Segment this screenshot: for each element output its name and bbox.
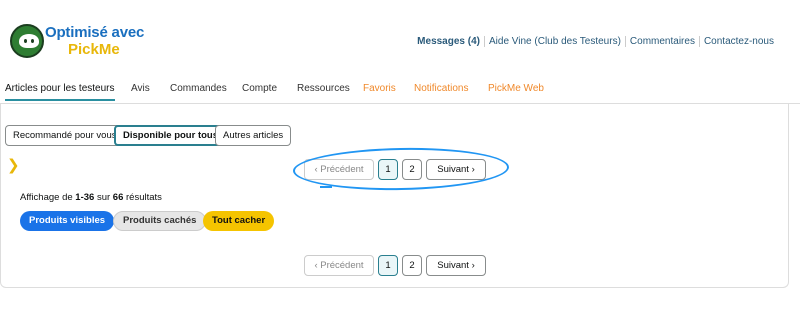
- tab-other-articles[interactable]: Autres articles: [215, 125, 292, 146]
- vine-help-link[interactable]: Aide Vine (Club des Testeurs): [483, 36, 625, 47]
- prev-button[interactable]: ‹ Précédent: [304, 255, 374, 276]
- pickme-mascot-icon: [10, 24, 44, 58]
- nav-notifications[interactable]: Notifications: [414, 83, 468, 94]
- pickme-logo: Optimisé avec PickMe: [10, 22, 150, 62]
- pagination-bottom: ‹ Précédent 1 2 Suivant ›: [304, 255, 486, 276]
- page-1-button[interactable]: 1: [378, 255, 398, 276]
- contact-link[interactable]: Contactez-nous: [698, 36, 778, 47]
- header: Optimisé avec PickMe Messages (4) Aide V…: [0, 0, 800, 72]
- main-nav: Articles pour les testeurs Avis Commande…: [0, 80, 800, 104]
- tab-recommended[interactable]: Recommandé pour vous: [5, 125, 125, 146]
- nav-commandes[interactable]: Commandes: [170, 83, 227, 94]
- tab-available-for-all[interactable]: Disponible pour tous: [114, 125, 227, 146]
- comments-link[interactable]: Commentaires: [624, 36, 699, 47]
- annotation-tail: [320, 184, 332, 188]
- visible-products-button[interactable]: Produits visibles: [20, 211, 115, 231]
- nav-avis[interactable]: Avis: [131, 83, 150, 94]
- logo-line2: PickMe: [68, 41, 120, 58]
- hide-all-button[interactable]: Tout cacher: [203, 211, 275, 231]
- hidden-products-button[interactable]: Produits cachés: [113, 211, 207, 231]
- chevron-right-icon[interactable]: ❯: [7, 156, 20, 174]
- nav-favoris[interactable]: Favoris: [363, 83, 396, 94]
- logo-line1: Optimisé avec: [45, 24, 145, 41]
- page-2-button[interactable]: 2: [402, 255, 422, 276]
- results-summary: Affichage de 1-36 sur 66 résultats: [20, 192, 162, 203]
- next-button[interactable]: Suivant ›: [426, 255, 486, 276]
- nav-ressources[interactable]: Ressources: [297, 83, 350, 94]
- messages-link[interactable]: Messages (4): [413, 36, 484, 47]
- nav-pickme-web[interactable]: PickMe Web: [488, 83, 544, 94]
- top-links: Messages (4) Aide Vine (Club des Testeur…: [413, 36, 778, 47]
- nav-compte[interactable]: Compte: [242, 83, 277, 94]
- nav-articles[interactable]: Articles pour les testeurs: [5, 83, 115, 101]
